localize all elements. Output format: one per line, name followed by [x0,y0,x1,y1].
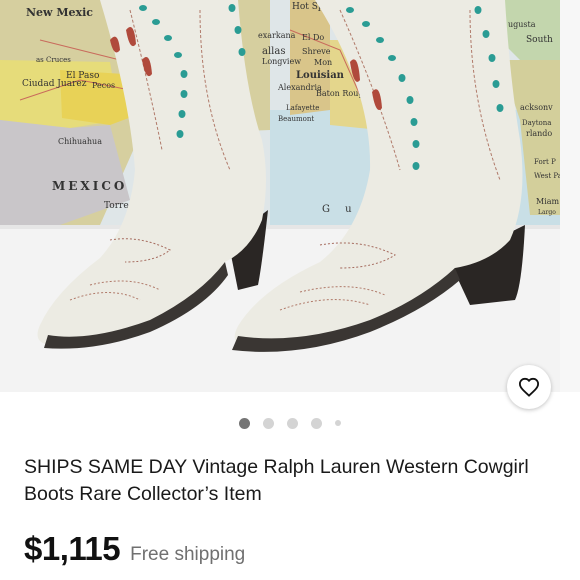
map-label-miami: Miam [536,197,560,206]
map-label-pecos: Pecos [92,81,115,90]
map-label-el-dorado: El Do [302,33,324,42]
heart-outline-icon [518,377,540,397]
listing-page: New Mexic Hot Springs exarkana El Do all… [0,0,580,580]
price-row: $1,115 Free shipping [24,530,245,568]
map-label-gulf: G u [322,204,358,215]
carousel-dot-5[interactable] [335,420,341,426]
image-carousel-indicator [0,416,580,430]
map-label-key-largo: Largo [538,209,556,216]
map-label-texarkana: exarkana [258,31,296,40]
map-label-south: South [526,35,553,45]
boots-photo-illustration: New Mexic Hot Springs exarkana El Do all… [0,0,580,400]
favorite-button[interactable] [507,365,551,409]
map-label-las-cruces: as Cruces [36,56,71,64]
map-label-augusta: ugusta [508,20,536,29]
map-label-longview: Longview [262,57,301,66]
carousel-dot-2[interactable] [263,417,274,429]
map-label-fort-pierce: Fort P [534,158,556,166]
shipping-info: Free shipping [130,544,246,565]
map-label-monroe: Mon [314,58,332,67]
listing-title: SHIPS SAME DAY Vintage Ralph Lauren West… [24,456,529,505]
map-label-jacksonville: acksonv [520,103,553,112]
product-photo[interactable]: New Mexic Hot Springs exarkana El Do all… [0,0,580,400]
map-label-beaumont: Beaumont [278,115,314,123]
map-label-orlando: rlando [526,129,552,138]
map-label-new-mexico: New Mexic [26,6,93,19]
map-label-mexico: MEXICO [52,179,127,193]
carousel-dot-4[interactable] [311,417,322,429]
carousel-dot-1[interactable] [239,417,250,429]
price: $1,115 [24,530,121,567]
map-label-dallas: allas [262,46,285,57]
map-label-daytona: Daytona [522,119,551,127]
map-label-shreveport: Shreve [302,47,331,56]
map-label-chihuahua: Chihuahua [58,137,102,146]
carousel-dot-3[interactable] [287,417,298,429]
map-label-lafayette: Lafayette [286,104,319,112]
map-label-ciudad-juarez: Ciudad Juarez [22,79,87,89]
map-label-louisiana: Louisian [296,70,345,81]
